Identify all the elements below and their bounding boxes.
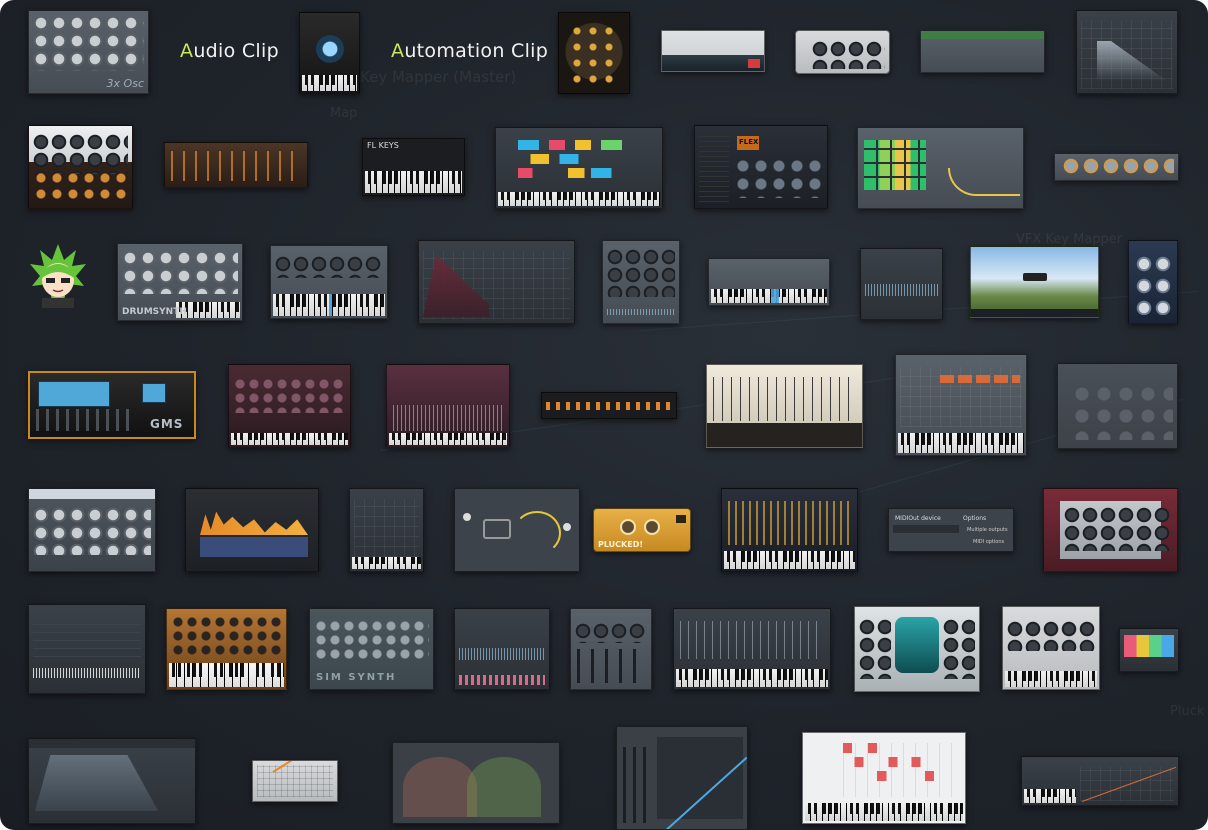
plugin-vfx-keyboard-splitter[interactable] xyxy=(392,742,560,824)
plugin-harmor[interactable] xyxy=(228,364,351,448)
plugin-sakura[interactable] xyxy=(270,245,388,319)
plugin-slicex[interactable] xyxy=(454,608,550,690)
plugin-fruity-keyboard[interactable] xyxy=(708,258,830,306)
plugin-drumaxx[interactable] xyxy=(673,608,831,690)
midi-out-title: MIDIOut device xyxy=(895,515,941,522)
plugin-patcher-editor[interactable] xyxy=(895,354,1027,456)
ghost-key-mapper: Key Mapper (Master) xyxy=(360,68,517,86)
plugin-flex[interactable]: FLEX xyxy=(694,125,828,209)
plugin-gms[interactable]: GMS xyxy=(28,371,196,439)
plugin-fruity-player[interactable] xyxy=(299,12,360,94)
plugin-harmor-2[interactable] xyxy=(386,364,510,448)
plugin-collage: Key Mapper (Master) Map VFX Key Mapper P… xyxy=(0,0,1208,830)
automation-clip-label[interactable]: Automation Clip xyxy=(391,40,548,62)
plugin-edison[interactable] xyxy=(185,488,319,572)
plugin-midi-out[interactable]: MIDIOut device Options Multiple outputs … xyxy=(888,508,1014,552)
plugin-patcher[interactable] xyxy=(454,488,580,572)
plugin-simsynth[interactable]: SIM SYNTH xyxy=(309,608,434,690)
plugin-fruity-spectroman[interactable] xyxy=(349,488,424,572)
plugin-fruity-peak-controller[interactable] xyxy=(252,760,338,802)
plugin-fruity-compressor[interactable] xyxy=(661,30,765,72)
plugin-vfx-sequencer[interactable] xyxy=(802,732,966,824)
plugin-fruity-parametric-eq[interactable] xyxy=(1002,606,1100,690)
plugin-name-label: DRUMSYNTH xyxy=(122,307,187,317)
plugin-fruity-limiter-strip[interactable] xyxy=(541,392,677,419)
plugin-morphine[interactable] xyxy=(854,606,980,692)
midi-options-button[interactable]: MIDI options xyxy=(973,539,1004,545)
plugin-harmless-envelope[interactable] xyxy=(418,240,575,324)
plugin-fruity-blood-overdrive[interactable] xyxy=(602,240,680,324)
plugin-fruity-mixer-strip[interactable] xyxy=(570,608,652,690)
plugin-piano-roll-preview[interactable] xyxy=(1021,756,1179,806)
plugin-sytrus[interactable] xyxy=(28,125,133,209)
fl-mascot-icon xyxy=(30,244,86,308)
plugin-drumsynth[interactable]: DRUMSYNTH xyxy=(117,243,243,321)
plugin-fruity-stereo[interactable] xyxy=(1128,240,1178,324)
plugin-video-player[interactable] xyxy=(970,246,1099,318)
plugin-fruity-dance[interactable] xyxy=(920,30,1045,73)
plugin-vfx-color-mapper[interactable] xyxy=(1119,628,1179,672)
plugin-fruity-formula[interactable] xyxy=(28,604,146,694)
plugin-toxic-biohazard[interactable] xyxy=(1043,488,1178,572)
plugin-fruity-delay[interactable] xyxy=(28,488,156,572)
plugin-vfx-envelope[interactable] xyxy=(28,738,196,824)
plugin-plucked[interactable]: PLUCKED! xyxy=(593,508,691,552)
plugin-name-label: 3x Osc xyxy=(106,77,144,90)
ghost-vfx-key-mapper: VFX Key Mapper xyxy=(1016,232,1123,247)
plugin-fpc-step[interactable] xyxy=(495,127,663,209)
plugin-fruity-bass-boost[interactable] xyxy=(795,30,890,74)
multiple-outputs-label[interactable]: Multiple outputs xyxy=(967,527,1008,533)
plugin-wave-shaper[interactable] xyxy=(1076,10,1178,94)
plugin-name-label: FLEX xyxy=(739,138,759,146)
plugin-3x-osc[interactable]: 3x Osc xyxy=(28,10,149,94)
options-label: Options xyxy=(963,515,987,522)
plugin-name-label: FL KEYS xyxy=(367,141,399,150)
audio-clip-label[interactable]: Audio Clip xyxy=(180,40,279,62)
ghost-pluck: Pluck xyxy=(1170,704,1205,719)
plugin-beepmap[interactable] xyxy=(558,12,630,94)
plugin-poizone[interactable] xyxy=(166,608,287,690)
plugin-slicex-pads[interactable] xyxy=(857,127,1024,209)
plugin-sytrus-2[interactable] xyxy=(721,488,858,572)
plugin-fruity-vocoder[interactable] xyxy=(1057,363,1178,449)
plugin-fl-keys[interactable]: FL KEYS xyxy=(362,138,465,196)
plugin-name-label: SIM SYNTH xyxy=(316,672,397,683)
plugin-fruity-slicer-mixer[interactable] xyxy=(706,364,863,448)
gms-logo: GMS xyxy=(150,417,184,431)
ghost-map: Map xyxy=(330,106,358,121)
plugin-name-label: PLUCKED! xyxy=(598,540,643,549)
plugin-slicer-wave[interactable] xyxy=(860,248,943,320)
plugin-fruity-filter[interactable] xyxy=(1054,153,1179,181)
plugin-groove-machine[interactable] xyxy=(164,142,308,188)
plugin-vfx-level-scaler[interactable] xyxy=(616,726,748,830)
